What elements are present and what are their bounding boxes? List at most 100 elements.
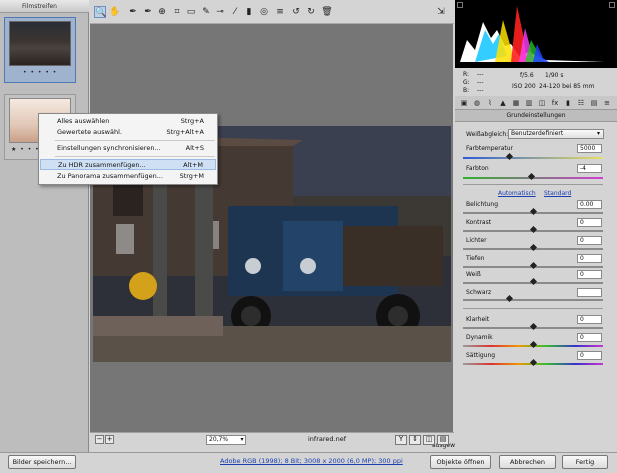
iso: ISO 200 bbox=[512, 83, 536, 90]
list-icon[interactable]: ≡ bbox=[274, 6, 286, 18]
filmstrip-header: Filmstreifen bbox=[0, 0, 89, 13]
done-button[interactable]: Fertig bbox=[562, 455, 608, 469]
save-images-button[interactable]: Bilder speichern... bbox=[8, 455, 76, 469]
saturation-label: Sättigung bbox=[466, 352, 496, 359]
menu-item-label: Einstellungen synchronisieren... bbox=[57, 144, 161, 152]
tint-slider[interactable] bbox=[463, 172, 603, 181]
aperture: f/5.6 bbox=[520, 72, 534, 79]
file-name: infrared.nef bbox=[308, 435, 346, 443]
spot-removal-icon[interactable]: ✎ bbox=[200, 6, 212, 18]
exposure-slider[interactable] bbox=[463, 207, 603, 216]
view-settings-icon[interactable]: ▤ bbox=[437, 435, 449, 445]
shadow-clipping-icon[interactable] bbox=[457, 2, 463, 8]
toolbar: 🔍 ✋ ✒ ✒ ⊕ ⌗ ▭ ✎ ⊸ ⁄ ▮ ◎ ≡ ↺ ↻ 🗑 ⇲ bbox=[90, 0, 454, 24]
default-link[interactable]: Standard bbox=[544, 190, 571, 197]
gradient-icon[interactable]: ▮ bbox=[243, 6, 255, 18]
trash-icon[interactable]: 🗑 bbox=[321, 6, 333, 18]
g-value: --- bbox=[477, 79, 484, 86]
rotate-left-icon[interactable]: ↺ bbox=[290, 6, 302, 18]
camera-icon[interactable]: ▣ bbox=[459, 98, 469, 108]
snapshots-icon[interactable]: ▤ bbox=[589, 98, 599, 108]
fx-icon[interactable]: fx bbox=[550, 98, 560, 108]
menu-item-shortcut: Strg+A bbox=[180, 117, 204, 125]
cancel-button[interactable]: Abbrechen bbox=[499, 455, 556, 469]
menu-item-shortcut: Strg+M bbox=[179, 172, 204, 180]
saturation-field[interactable]: 0 bbox=[577, 351, 602, 360]
context-menu: Alles auswählen Strg+A Gewertete auswähl… bbox=[38, 113, 218, 185]
split-toning-icon[interactable]: ▥ bbox=[524, 98, 534, 108]
whites-slider[interactable] bbox=[463, 277, 603, 286]
temperature-slider[interactable] bbox=[463, 152, 603, 161]
camera-calibration-icon[interactable]: ▮ bbox=[563, 98, 573, 108]
tone-curve-icon[interactable]: ◍ bbox=[472, 98, 482, 108]
workflow-options-link[interactable]: Adobe RGB (1998); 8 Bit; 3008 x 2000 (6,… bbox=[220, 457, 403, 465]
brush-icon[interactable]: ⁄ bbox=[229, 6, 241, 18]
thumbnail-1[interactable]: • • • • • bbox=[4, 17, 76, 83]
rating-stars[interactable]: • • • • • bbox=[23, 69, 57, 76]
swap-icon[interactable]: ◫ bbox=[423, 435, 435, 445]
presets-icon[interactable]: ☷ bbox=[576, 98, 586, 108]
exposure-label: Belichtung bbox=[466, 201, 499, 208]
white-balance-icon[interactable]: ✒ bbox=[127, 6, 139, 18]
menu-item-shortcut: Alt+M bbox=[183, 161, 203, 169]
rotate-right-icon[interactable]: ↻ bbox=[305, 6, 317, 18]
highlights-slider[interactable] bbox=[463, 243, 603, 252]
target-adjust-icon[interactable]: ⊕ bbox=[156, 6, 168, 18]
contrast-field[interactable]: 0 bbox=[577, 218, 602, 227]
filmstrip-title: Filmstreifen bbox=[22, 3, 57, 10]
detail-icon[interactable]: ▲ bbox=[498, 98, 508, 108]
blacks-field[interactable] bbox=[577, 288, 602, 297]
curve-icon[interactable]: ⌇ bbox=[485, 98, 495, 108]
menu-item-shortcut: Strg+Alt+A bbox=[166, 128, 205, 136]
filter-icon[interactable]: Y bbox=[395, 435, 407, 445]
compare-icon[interactable]: ⇕ bbox=[409, 435, 421, 445]
crop-icon[interactable]: ⌗ bbox=[171, 6, 183, 18]
zoom-in-icon[interactable]: + bbox=[105, 435, 114, 444]
chevron-down-icon: ▾ bbox=[596, 130, 600, 137]
shadows-slider[interactable] bbox=[463, 261, 603, 270]
hsl-icon[interactable]: ▦ bbox=[511, 98, 521, 108]
divider bbox=[463, 184, 603, 185]
vibrance-slider[interactable] bbox=[463, 340, 603, 349]
contrast-label: Kontrast bbox=[466, 219, 492, 226]
temperature-field[interactable]: 5000 bbox=[577, 144, 602, 153]
contrast-slider[interactable] bbox=[463, 225, 603, 234]
tint-field[interactable]: -4 bbox=[577, 164, 602, 173]
lens-icon[interactable]: ◫ bbox=[537, 98, 547, 108]
clarity-slider[interactable] bbox=[463, 322, 603, 331]
white-balance-select[interactable]: Benutzerdefiniert ▾ bbox=[508, 129, 604, 139]
shadows-field[interactable]: 0 bbox=[577, 254, 602, 263]
highlight-clipping-icon[interactable] bbox=[609, 2, 615, 8]
saturation-slider[interactable] bbox=[463, 358, 603, 367]
menu-item-sync-settings[interactable]: Einstellungen synchronisieren... Alt+S bbox=[40, 143, 216, 154]
straighten-icon[interactable]: ▭ bbox=[185, 6, 197, 18]
zoom-out-icon[interactable]: − bbox=[95, 435, 104, 444]
auto-link[interactable]: Automatisch bbox=[498, 190, 536, 197]
blacks-label: Schwarz bbox=[466, 289, 492, 296]
whites-field[interactable]: 0 bbox=[577, 270, 602, 279]
zoom-tool-icon[interactable]: 🔍 bbox=[94, 6, 106, 18]
menu-item-select-all[interactable]: Alles auswählen Strg+A bbox=[40, 116, 216, 127]
exposure-field[interactable]: 0.00 bbox=[577, 200, 602, 209]
shutter-speed: 1/90 s bbox=[545, 72, 564, 79]
fullscreen-icon[interactable]: ⇲ bbox=[435, 6, 447, 18]
highlights-field[interactable]: 0 bbox=[577, 236, 602, 245]
menu-divider bbox=[55, 156, 215, 157]
chevron-down-icon[interactable]: ▾ bbox=[238, 435, 246, 445]
white-balance-value: Benutzerdefiniert bbox=[511, 130, 564, 137]
blacks-slider[interactable] bbox=[463, 294, 603, 303]
menu-item-merge-panorama[interactable]: Zu Panorama zusammenfügen... Strg+M bbox=[40, 171, 216, 182]
menu-icon[interactable]: ≡ bbox=[602, 98, 612, 108]
red-eye-icon[interactable]: ⊸ bbox=[214, 6, 226, 18]
radial-filter-icon[interactable]: ◎ bbox=[258, 6, 270, 18]
panel-title: Grundeinstellungen bbox=[455, 110, 617, 122]
menu-item-merge-hdr[interactable]: Zu HDR zusammenfügen... Alt+M bbox=[40, 159, 216, 170]
menu-item-select-rated[interactable]: Gewertete auswähl. Strg+Alt+A bbox=[40, 127, 216, 138]
open-objects-button[interactable]: Objekte öffnen bbox=[430, 455, 491, 469]
hand-tool-icon[interactable]: ✋ bbox=[109, 6, 121, 18]
clarity-field[interactable]: 0 bbox=[577, 315, 602, 324]
color-sampler-icon[interactable]: ✒ bbox=[142, 6, 154, 18]
temperature-label: Farbtemperatur bbox=[466, 145, 514, 152]
vibrance-field[interactable]: 0 bbox=[577, 333, 602, 342]
b-value: --- bbox=[477, 87, 484, 94]
